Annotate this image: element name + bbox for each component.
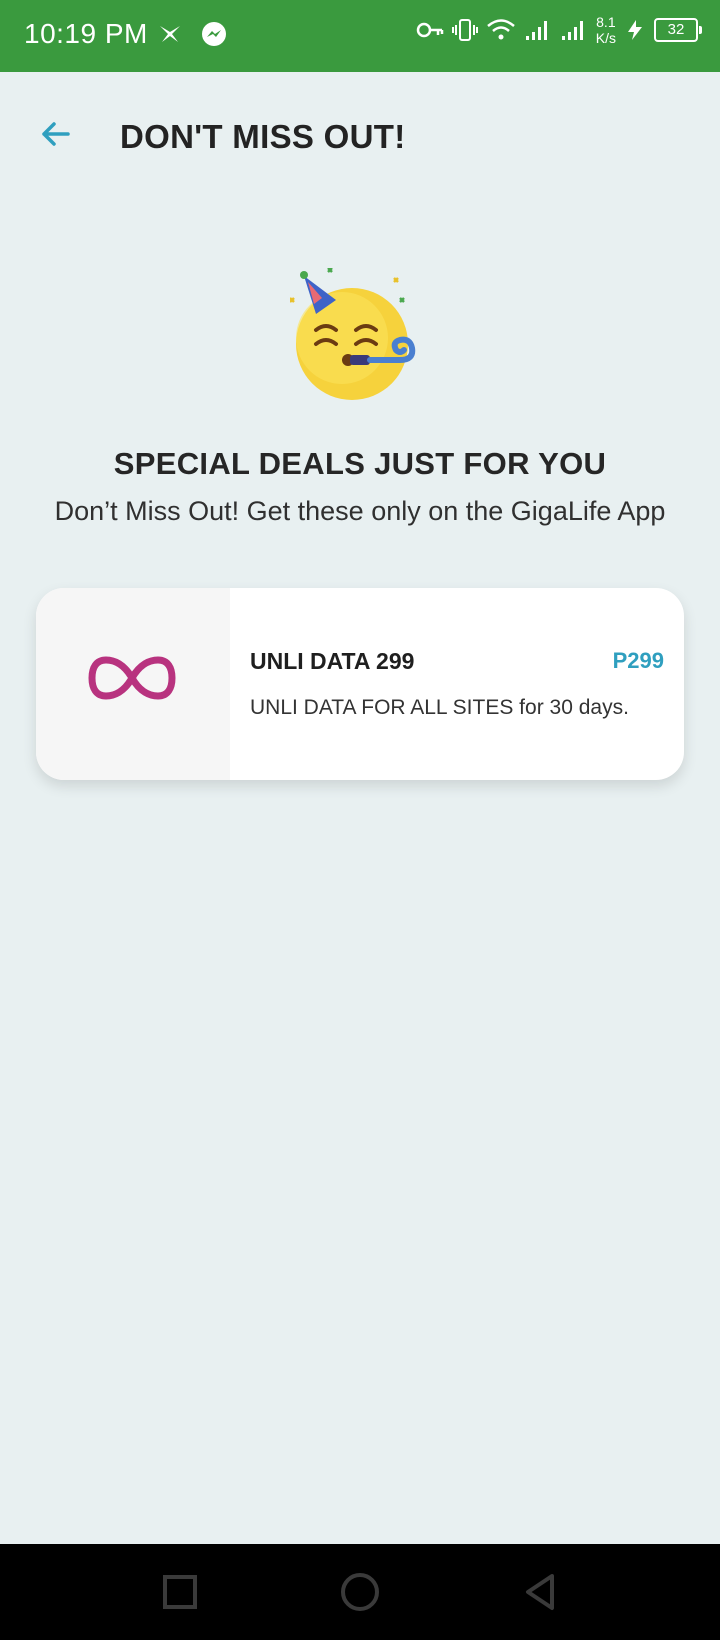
battery-icon: 32	[654, 18, 702, 42]
messenger-icon	[202, 22, 226, 46]
deal-name: UNLI DATA 299	[250, 648, 415, 674]
page-title: DON'T MISS OUT!	[120, 118, 406, 155]
section-subtitle: Don’t Miss Out! Get these only on the Gi…	[54, 496, 666, 526]
system-nav-bar	[0, 1544, 720, 1640]
arrow-left-icon	[42, 122, 70, 146]
back-triangle-icon[interactable]	[518, 1570, 562, 1614]
home-circle-icon[interactable]	[338, 1570, 382, 1614]
party-face-icon	[290, 268, 416, 400]
back-button[interactable]	[36, 114, 76, 154]
net-speed: 8.1 K/s	[596, 14, 616, 46]
signal-icon	[561, 21, 583, 40]
deal-description: UNLI DATA FOR ALL SITES for 30 days.	[250, 696, 629, 719]
key-icon	[416, 22, 444, 38]
status-bar: 10:19 PM 8.1 K/s 32	[0, 0, 720, 72]
net-speed-unit: K/s	[595, 30, 616, 46]
bird-icon	[160, 26, 180, 42]
system-icons: 8.1 K/s 32	[416, 14, 702, 46]
charging-icon	[628, 20, 642, 40]
notification-icons	[156, 20, 228, 48]
app-bar: DON'T MISS OUT!	[0, 72, 720, 204]
deal-icon-panel	[36, 588, 230, 780]
signal-icon	[525, 21, 547, 40]
vibrate-icon	[451, 19, 478, 41]
net-speed-value: 8.1	[596, 14, 616, 30]
status-time: 10:19 PM	[24, 18, 148, 49]
deal-price: P299	[612, 648, 664, 673]
infinity-icon	[88, 656, 176, 700]
wifi-icon	[486, 19, 515, 40]
section-title: SPECIAL DEALS JUST FOR YOU	[113, 446, 607, 481]
deal-card[interactable]: UNLI DATA 299 P299 UNLI DATA FOR ALL SIT…	[36, 588, 684, 780]
recents-square-icon[interactable]	[158, 1570, 202, 1614]
